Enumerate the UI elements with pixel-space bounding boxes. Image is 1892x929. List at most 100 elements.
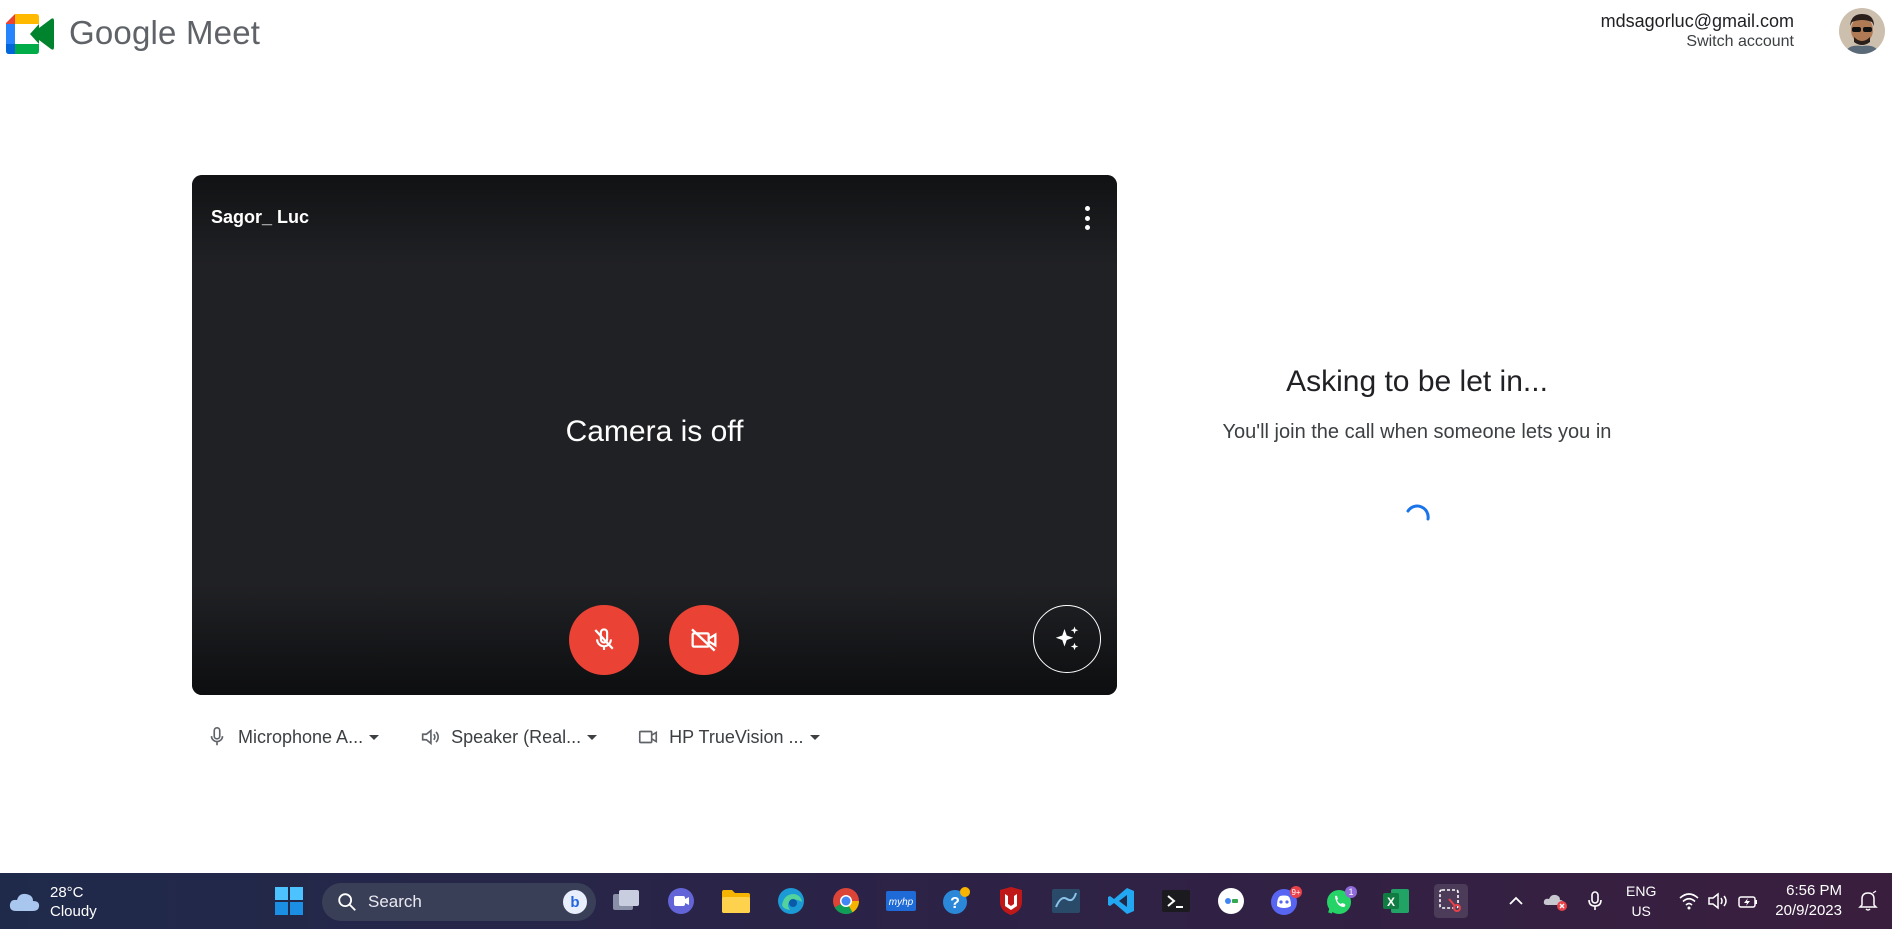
get-help-button[interactable]: ? bbox=[939, 884, 973, 918]
camera-toggle-button[interactable] bbox=[669, 605, 739, 675]
onedrive-offline-icon bbox=[1543, 894, 1567, 911]
video-preview: Sagor_ Luc Camera is off bbox=[192, 175, 1117, 695]
svg-text:?: ? bbox=[950, 895, 960, 912]
notifications-button[interactable] bbox=[1851, 884, 1885, 918]
chevron-up-icon bbox=[1509, 896, 1523, 905]
camera-off-icon bbox=[691, 628, 717, 652]
task-view-button[interactable] bbox=[609, 884, 643, 918]
app-circle-icon bbox=[1218, 888, 1244, 914]
lang-line-2: US bbox=[1631, 903, 1651, 919]
chrome-icon bbox=[833, 888, 860, 915]
discord-button[interactable]: 9+ bbox=[1269, 884, 1303, 918]
chrome-browser-button[interactable] bbox=[829, 884, 863, 918]
avatar[interactable] bbox=[1839, 8, 1885, 54]
battery-status[interactable] bbox=[1731, 884, 1765, 918]
whatsapp-badge: 1 bbox=[1348, 887, 1353, 897]
participant-name: Sagor_ Luc bbox=[211, 207, 310, 227]
show-hidden-icons-button[interactable] bbox=[1499, 884, 1533, 918]
microphone-toggle-button[interactable] bbox=[569, 605, 639, 675]
notification-bell-icon bbox=[1858, 890, 1878, 911]
join-status-panel: Asking to be let in... You'll join the c… bbox=[1200, 365, 1634, 447]
video-camera-icon bbox=[639, 730, 658, 744]
microphone-tray[interactable] bbox=[1578, 884, 1612, 918]
excel-icon: X bbox=[1383, 889, 1409, 913]
camera-select[interactable]: HP TrueVision ... bbox=[637, 726, 820, 748]
excel-button[interactable]: X bbox=[1379, 884, 1413, 918]
folder-icon bbox=[722, 890, 750, 913]
camera-select-label: HP TrueVision ... bbox=[669, 726, 804, 747]
switch-account-link[interactable]: Switch account bbox=[1601, 32, 1794, 52]
mcafee-shield-icon bbox=[1000, 887, 1022, 915]
mic-off-icon bbox=[594, 628, 614, 650]
chevron-down-icon bbox=[809, 734, 820, 740]
mcafee-button[interactable] bbox=[994, 884, 1028, 918]
svg-text:myhp: myhp bbox=[889, 897, 914, 908]
discord-icon: 9+ bbox=[1271, 886, 1302, 915]
battery-charging-icon bbox=[1738, 896, 1757, 908]
speaker-select[interactable]: Speaker (Real... bbox=[419, 726, 598, 748]
speaker-icon bbox=[421, 728, 440, 746]
microphone-select[interactable]: Microphone A... bbox=[206, 726, 380, 748]
svg-text:b: b bbox=[570, 894, 579, 911]
whatsapp-button[interactable]: 1 bbox=[1324, 884, 1358, 918]
weather-condition: Cloudy bbox=[50, 903, 97, 920]
terminal-icon bbox=[1162, 890, 1190, 912]
volume-icon bbox=[1708, 892, 1727, 910]
taskbar-clock[interactable]: 6:56 PM 20/9/2023 bbox=[1775, 881, 1842, 921]
mysql-workbench-button[interactable] bbox=[1049, 884, 1083, 918]
windows-taskbar: 28°C Cloudy Search b myhp ? 9+ 1 X ENG U… bbox=[0, 873, 1892, 929]
workbench-icon bbox=[1052, 889, 1080, 913]
app-header: Google Meet mdsagorluc@gmail.com Switch … bbox=[0, 0, 1892, 72]
teams-chat-button[interactable] bbox=[664, 884, 698, 918]
more-options-icon[interactable] bbox=[1075, 203, 1099, 233]
google-meet-logo-icon[interactable] bbox=[6, 14, 54, 54]
wifi-icon bbox=[1679, 893, 1699, 910]
edge-browser-button[interactable] bbox=[774, 884, 808, 918]
brand-name: Google Meet bbox=[69, 14, 261, 51]
chat-icon bbox=[668, 888, 694, 914]
search-label: Search bbox=[368, 892, 422, 911]
loading-spinner-icon bbox=[1406, 504, 1430, 521]
lang-line-1: ENG bbox=[1626, 883, 1657, 899]
account-info: mdsagorluc@gmail.com Switch account bbox=[1601, 10, 1794, 52]
visual-effects-button[interactable] bbox=[1033, 605, 1101, 673]
sparkle-icon bbox=[1055, 626, 1079, 651]
snipping-tool-button[interactable] bbox=[1434, 884, 1468, 918]
task-view-icon bbox=[613, 890, 639, 910]
search-icon bbox=[338, 893, 356, 911]
discord-badge: 9+ bbox=[1291, 888, 1300, 897]
myhp-button[interactable]: myhp bbox=[884, 884, 918, 918]
snipping-tool-icon bbox=[1439, 889, 1461, 912]
file-explorer-button[interactable] bbox=[719, 884, 753, 918]
chevron-down-icon bbox=[369, 734, 380, 740]
speaker-select-label: Speaker (Real... bbox=[451, 726, 582, 747]
whatsapp-icon: 1 bbox=[1327, 886, 1357, 914]
volume-status[interactable] bbox=[1701, 884, 1735, 918]
windows-start-icon bbox=[275, 887, 303, 915]
microphone-select-label: Microphone A... bbox=[238, 726, 364, 747]
account-email: mdsagorluc@gmail.com bbox=[1600, 11, 1794, 31]
cloud-icon bbox=[9, 893, 40, 911]
terminal-button[interactable] bbox=[1159, 884, 1193, 918]
weather-widget[interactable]: 28°C Cloudy bbox=[8, 883, 97, 921]
avatar-photo-icon bbox=[1839, 8, 1885, 54]
input-language[interactable]: ENG US bbox=[1626, 881, 1656, 921]
join-status-title: Asking to be let in... bbox=[1286, 365, 1548, 398]
start-button[interactable] bbox=[272, 884, 306, 918]
taskbar-search[interactable]: Search b bbox=[322, 883, 596, 921]
meet-app-button[interactable] bbox=[1214, 884, 1248, 918]
help-icon: ? bbox=[943, 887, 970, 914]
join-status-subtitle: You'll join the call when someone lets y… bbox=[1222, 421, 1612, 443]
edge-icon bbox=[778, 888, 804, 914]
bing-icon: b bbox=[563, 890, 587, 914]
microphone-icon bbox=[210, 727, 224, 746]
microphone-tray-icon bbox=[1588, 891, 1602, 910]
preview-bottom-gradient bbox=[192, 585, 1117, 695]
preview-top-gradient bbox=[192, 175, 1117, 265]
vscode-button[interactable] bbox=[1104, 884, 1138, 918]
myhp-icon: myhp bbox=[886, 891, 916, 911]
clock-date: 20/9/2023 bbox=[1775, 902, 1842, 919]
onedrive-status[interactable] bbox=[1538, 884, 1572, 918]
vscode-icon bbox=[1108, 888, 1134, 914]
weather-temperature: 28°C bbox=[50, 884, 84, 901]
